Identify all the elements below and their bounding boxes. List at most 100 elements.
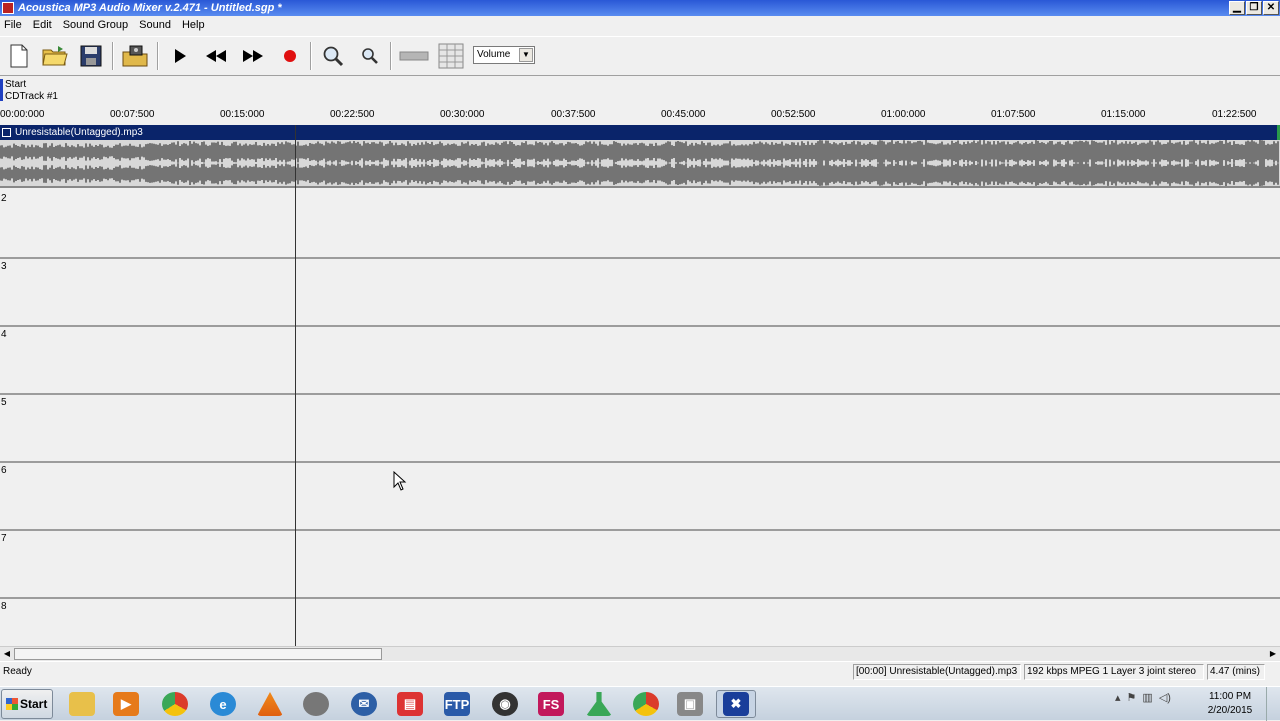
title-bar[interactable]: Acoustica MP3 Audio Mixer v.2.471 - Unti… xyxy=(0,0,1280,16)
tray-expand-icon[interactable]: ▴ xyxy=(1115,691,1121,704)
maximize-button[interactable]: ❐ xyxy=(1246,1,1262,15)
chevron-down-icon[interactable]: ▼ xyxy=(519,48,533,62)
taskbar-chrome[interactable] xyxy=(155,690,195,718)
toolbar-separator xyxy=(157,42,159,70)
play-icon xyxy=(175,49,186,63)
save-button[interactable] xyxy=(76,41,106,71)
start-marker[interactable] xyxy=(0,79,3,101)
rewind-icon xyxy=(206,50,226,62)
taskbar-acoustica[interactable]: ✖ xyxy=(716,690,756,718)
track-row[interactable]: 7 xyxy=(0,531,1280,599)
taskbar-ftp[interactable]: FTP xyxy=(437,690,477,718)
scroll-right-icon[interactable]: ▶ xyxy=(1266,647,1280,661)
waveform-path xyxy=(0,140,1279,186)
import-icon xyxy=(122,45,148,67)
ruler-tick: 00:22:500 xyxy=(330,109,375,120)
volume-select[interactable]: Volume ▼ xyxy=(473,46,535,64)
fast-forward-icon xyxy=(243,50,263,62)
play-button[interactable] xyxy=(165,41,195,71)
flag-icon[interactable]: ⚑ xyxy=(1127,691,1137,704)
track-number: 3 xyxy=(1,261,7,272)
menu-bar: File Edit Sound Group Sound Help xyxy=(0,16,1280,34)
zoom-out-button[interactable] xyxy=(355,41,385,71)
window-title: Acoustica MP3 Audio Mixer v.2.471 - Unti… xyxy=(18,2,282,14)
clip-icon[interactable] xyxy=(2,128,11,137)
taskbar-fs-app[interactable]: FS xyxy=(531,690,571,718)
menu-sound-group[interactable]: Sound Group xyxy=(63,19,128,31)
taskbar-chrome-2[interactable] xyxy=(626,690,666,718)
mouse-cursor-icon xyxy=(393,471,407,491)
taskbar: Start ▶ e ✉ ▤ FTP ◉ FS ▣ ✖ ▴ ⚑ ▥ ◁) 11:0… xyxy=(0,686,1280,721)
track-row[interactable]: 4 xyxy=(0,327,1280,395)
zoom-in-button[interactable] xyxy=(318,41,348,71)
status-ready: Ready xyxy=(3,666,32,677)
app-icon[interactable] xyxy=(2,2,14,14)
track-number: 8 xyxy=(1,601,7,612)
close-button[interactable]: ✕ xyxy=(1263,1,1279,15)
playhead-cursor[interactable] xyxy=(295,125,296,646)
menu-edit[interactable]: Edit xyxy=(33,19,52,31)
zoom-out-icon xyxy=(362,48,378,64)
new-file-icon xyxy=(10,44,28,68)
folder-icon xyxy=(69,692,95,716)
waveform[interactable] xyxy=(0,140,1280,188)
taskbar-thunderbird[interactable]: ✉ xyxy=(344,690,384,718)
start-button[interactable]: Start xyxy=(1,689,53,719)
ftp-icon: FTP xyxy=(444,692,470,716)
import-button[interactable] xyxy=(120,41,150,71)
track-row[interactable]: 2 xyxy=(0,191,1280,259)
menu-help[interactable]: Help xyxy=(182,19,205,31)
taskbar-vlc[interactable] xyxy=(250,690,290,718)
taskbar-lab-app[interactable] xyxy=(579,690,619,718)
network-icon[interactable]: ▥ xyxy=(1142,691,1152,704)
slider-button[interactable] xyxy=(399,41,429,71)
taskbar-video-app[interactable]: ▣ xyxy=(670,690,710,718)
scroll-left-icon[interactable]: ◀ xyxy=(0,647,14,661)
taskbar-internet-explorer[interactable]: e xyxy=(203,690,243,718)
open-button[interactable] xyxy=(40,41,70,71)
cdtrack-label: CDTrack #1 xyxy=(5,91,58,102)
menu-sound[interactable]: Sound xyxy=(139,19,171,31)
clip-name: Unresistable(Untagged).mp3 xyxy=(15,127,143,138)
audio-clip-header[interactable]: Unresistable(Untagged).mp3 xyxy=(0,125,1280,140)
toolbar-separator xyxy=(310,42,312,70)
track-row[interactable]: 8 xyxy=(0,599,1280,646)
horizontal-scrollbar[interactable]: ◀ ▶ xyxy=(0,646,1280,661)
rewind-button[interactable] xyxy=(201,41,231,71)
taskbar-explorer[interactable] xyxy=(62,690,102,718)
fast-forward-button[interactable] xyxy=(238,41,268,71)
ruler-tick: 00:30:000 xyxy=(440,109,485,120)
taskbar-eye-app[interactable]: ◉ xyxy=(485,690,525,718)
show-desktop-button[interactable] xyxy=(1266,687,1280,721)
track-number: 4 xyxy=(1,329,7,340)
speaker-icon[interactable]: ◁) xyxy=(1159,691,1171,704)
track-number: 7 xyxy=(1,533,7,544)
menu-file[interactable]: File xyxy=(4,19,22,31)
status-clip: [00:00] Unresistable(Untagged).mp3 xyxy=(853,664,1021,680)
track-row[interactable]: 5 xyxy=(0,395,1280,463)
grid-button[interactable] xyxy=(436,41,466,71)
track-row[interactable]: 6 xyxy=(0,463,1280,531)
flask-icon xyxy=(586,692,612,716)
taskbar-film-editor[interactable] xyxy=(296,690,336,718)
track-number: 5 xyxy=(1,397,7,408)
ruler-tick: 01:07:500 xyxy=(991,109,1036,120)
system-clock[interactable]: 11:00 PM 2/20/2015 xyxy=(1200,690,1260,718)
new-button[interactable] xyxy=(4,41,34,71)
internet-explorer-icon: e xyxy=(210,692,236,716)
taskbar-pdf-reader[interactable]: ▤ xyxy=(390,690,430,718)
scrollbar-thumb[interactable] xyxy=(14,648,382,660)
record-button[interactable] xyxy=(275,41,305,71)
track-row[interactable]: 3 xyxy=(0,259,1280,327)
status-length: 4.47 (mins) xyxy=(1207,664,1265,680)
ruler-tick: 01:00:000 xyxy=(881,109,926,120)
minimize-button[interactable]: ▁ xyxy=(1229,1,1245,15)
media-player-icon: ▶ xyxy=(113,692,139,716)
ruler-tick: 00:15:000 xyxy=(220,109,265,120)
app-window: Acoustica MP3 Audio Mixer v.2.471 - Unti… xyxy=(0,0,1280,686)
timeline-ruler[interactable]: 00:00:000 00:07:500 00:15:000 00:22:500 … xyxy=(0,104,1280,124)
track-number: 2 xyxy=(1,193,7,204)
clock-date: 2/20/2015 xyxy=(1207,705,1253,716)
save-icon xyxy=(80,45,102,67)
taskbar-media-player[interactable]: ▶ xyxy=(106,690,146,718)
